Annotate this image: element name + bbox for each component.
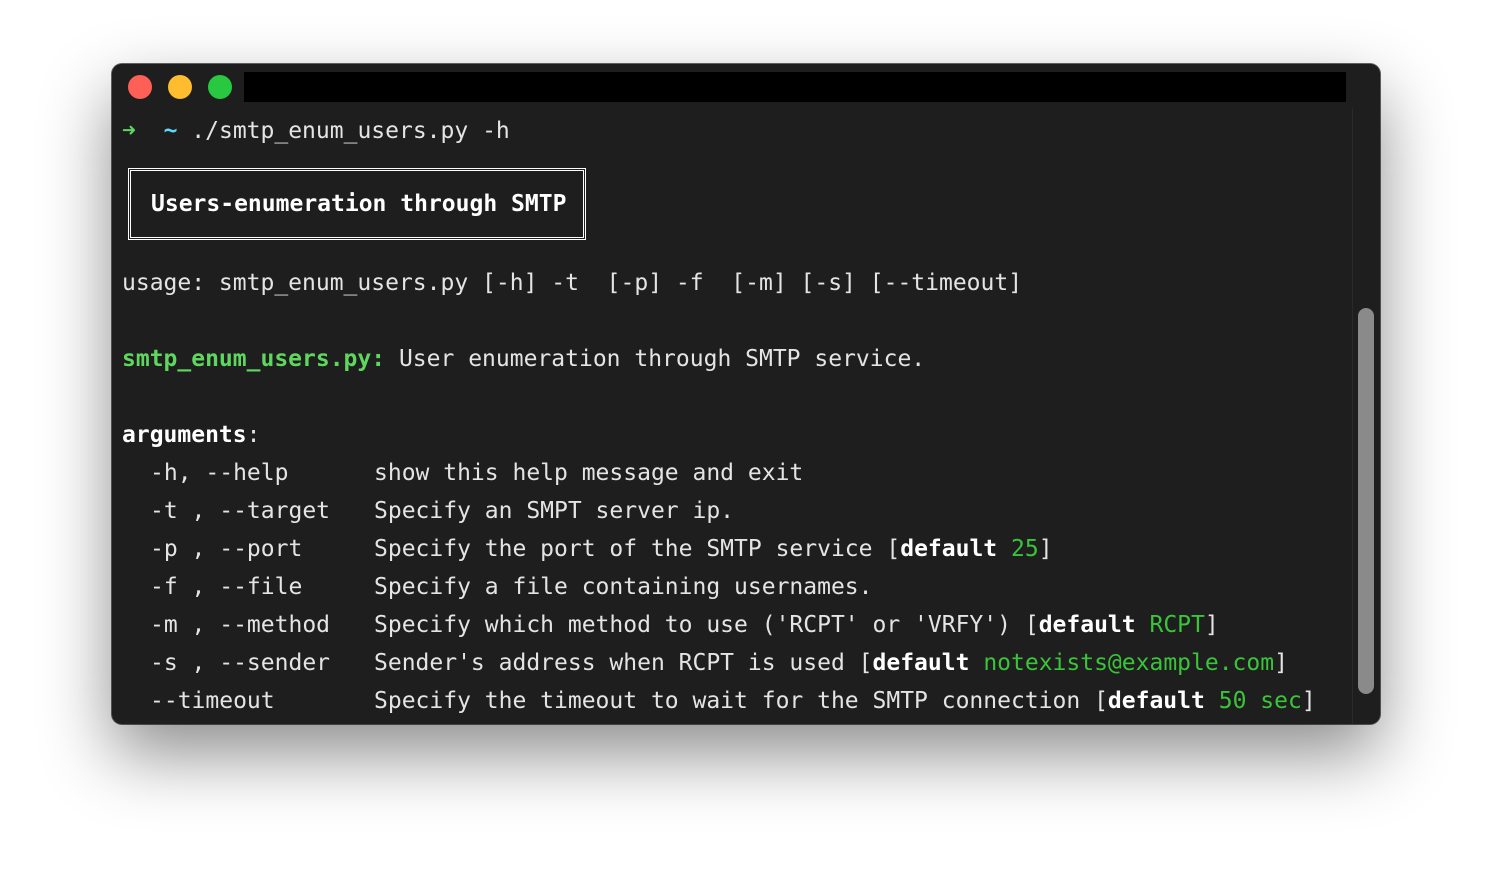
argument-flags: -h, --help [150,460,289,486]
default-keyword: default [872,650,970,676]
argument-flags: -t , --target [150,498,331,524]
argument-row: -t , --target Specify an SMPT server ip. [122,492,734,530]
argument-row: -p , --port Specify the port of the SMTP … [122,530,1053,568]
arguments-label: arguments [122,422,247,448]
arguments-colon: : [246,422,261,448]
window-title-area [244,72,1346,102]
default-close-bracket: ] [1038,536,1053,562]
default-keyword: default [900,536,998,562]
argument-description: Specify an SMPT server ip. [374,498,735,524]
maximize-button[interactable] [208,75,232,99]
prompt-command: ./smtp_enum_users.py -h [191,118,510,144]
default-close-bracket: ] [1301,688,1316,714]
argument-description: show this help message and exit [374,460,804,486]
argument-row: -h, --help show this help message and exi… [122,454,803,492]
argument-row: -f , --file Specify a file containing use… [122,568,873,606]
argument-flags: -p , --port [150,536,303,562]
argument-description: Specify a file containing usernames. [374,574,873,600]
default-value: notexists@example.com [983,650,1275,676]
program-name: smtp_enum_users.py: [122,346,386,372]
prompt-arrow-icon: ➜ [122,118,136,144]
default-value: 50 sec [1218,688,1302,714]
banner-box: Users-enumeration through SMTP [128,168,586,240]
default-value: 25 [1011,536,1039,562]
default-open-bracket: [ [886,536,901,562]
close-button[interactable] [128,75,152,99]
description-line: smtp_enum_users.py: User enumeration thr… [122,340,925,378]
argument-flags: --timeout [150,688,275,714]
argument-row: --timeout Specify the timeout to wait for… [122,682,1316,720]
default-close-bracket: ] [1204,612,1219,638]
terminal-output[interactable]: ➜ ~ ./smtp_enum_users.py -h Users-enumer… [122,112,1342,724]
terminal-window: ➜ ~ ./smtp_enum_users.py -h Users-enumer… [112,64,1380,724]
prompt-line: ➜ ~ ./smtp_enum_users.py -h [122,112,510,150]
argument-description: Sender's address when RCPT is used [374,650,859,676]
arguments-header: arguments: [122,416,260,454]
default-keyword: default [1107,688,1205,714]
default-open-bracket: [ [1024,612,1039,638]
argument-flags: -f , --file [150,574,303,600]
default-close-bracket: ] [1274,650,1288,676]
argument-flags: -s , --sender [150,650,331,676]
description-text: User enumeration through SMTP service. [385,346,926,372]
argument-flags: -m , --method [150,612,331,638]
default-keyword: default [1038,612,1136,638]
argument-description: Specify the port of the SMTP service [374,536,887,562]
usage-line: usage: smtp_enum_users.py [-h] -t [-p] -… [122,270,1023,296]
argument-row: -m , --method Specify which method to use… [122,606,1219,644]
argument-row: -s , --sender Sender's address when RCPT … [122,644,1288,682]
argument-description: Specify which method to use ('RCPT' or '… [374,612,1025,638]
title-bar [112,64,1380,108]
scrollbar-thumb[interactable] [1358,308,1374,694]
banner-title: Users-enumeration through SMTP [151,191,567,217]
argument-description: Specify the timeout to wait for the SMTP… [374,688,1095,714]
default-open-bracket: [ [1094,688,1108,714]
prompt-directory: ~ [163,118,178,144]
default-value: RCPT [1149,612,1205,638]
default-open-bracket: [ [858,650,873,676]
minimize-button[interactable] [168,75,192,99]
